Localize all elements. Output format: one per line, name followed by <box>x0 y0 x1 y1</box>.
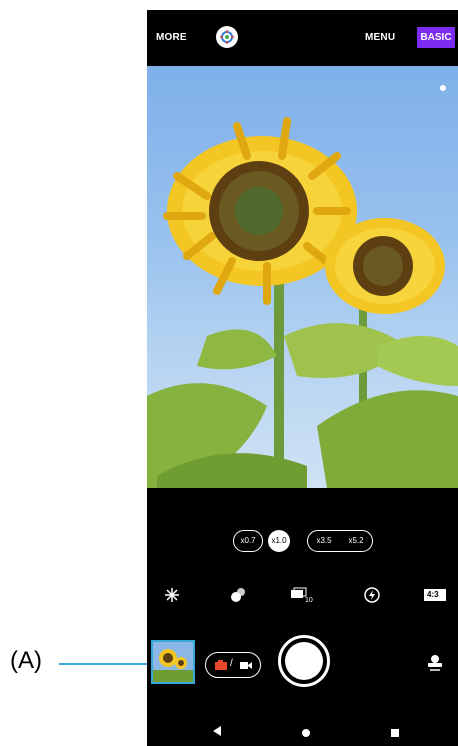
callout-line <box>59 663 150 665</box>
zoom-option-5.2[interactable]: x5.2 <box>343 530 369 552</box>
zoom-option-0.7[interactable]: x0.7 <box>233 530 263 552</box>
system-navigation-bar <box>147 714 458 746</box>
mode-separator: / <box>230 658 233 669</box>
switch-camera-icon[interactable] <box>424 652 446 674</box>
viewfinder[interactable] <box>147 66 458 488</box>
basic-mode-button[interactable]: BASIC <box>417 27 455 48</box>
zoom-selector: x0.7 x1.0 x3.5 x5.2 <box>147 526 458 556</box>
quick-settings-row: 10 4:3 <box>147 582 458 608</box>
zoom-option-1.0[interactable]: x1.0 <box>268 530 290 552</box>
camera-app-screen: MORE MENU BASIC x0.7 x1.0 x3.5 x5.2 10 4… <box>147 10 458 746</box>
video-icon <box>240 662 252 669</box>
last-photo-thumbnail[interactable] <box>151 640 195 684</box>
hdr-icon[interactable] <box>359 582 385 608</box>
home-icon[interactable] <box>301 725 311 743</box>
shutter-button[interactable] <box>278 635 330 687</box>
thumbnail-sunflower-icon <box>153 642 193 682</box>
camera-icon <box>215 660 227 670</box>
viewfinder-indicator-icon <box>438 80 448 98</box>
top-bar: MORE MENU BASIC <box>147 10 458 66</box>
back-icon[interactable] <box>212 724 222 742</box>
photo-video-toggle[interactable]: / <box>205 652 261 678</box>
svg-text:10: 10 <box>305 597 313 604</box>
menu-button[interactable]: MENU <box>365 32 395 43</box>
burst-icon[interactable]: 10 <box>289 582 315 608</box>
bokeh-icon[interactable] <box>225 582 251 608</box>
aspect-ratio-label: 4:3 <box>427 590 439 599</box>
sunflower-scene <box>147 117 458 488</box>
aspect-ratio-icon[interactable]: 4:3 <box>423 582 447 608</box>
shutter-inner <box>285 642 323 680</box>
lens-icon[interactable] <box>216 26 238 48</box>
recents-icon[interactable] <box>390 725 400 743</box>
flash-icon[interactable] <box>159 582 185 608</box>
lens-icon-glyph <box>220 30 234 44</box>
callout-label: (A) <box>10 647 42 674</box>
zoom-option-3.5[interactable]: x3.5 <box>311 530 337 552</box>
more-button[interactable]: MORE <box>156 32 187 43</box>
